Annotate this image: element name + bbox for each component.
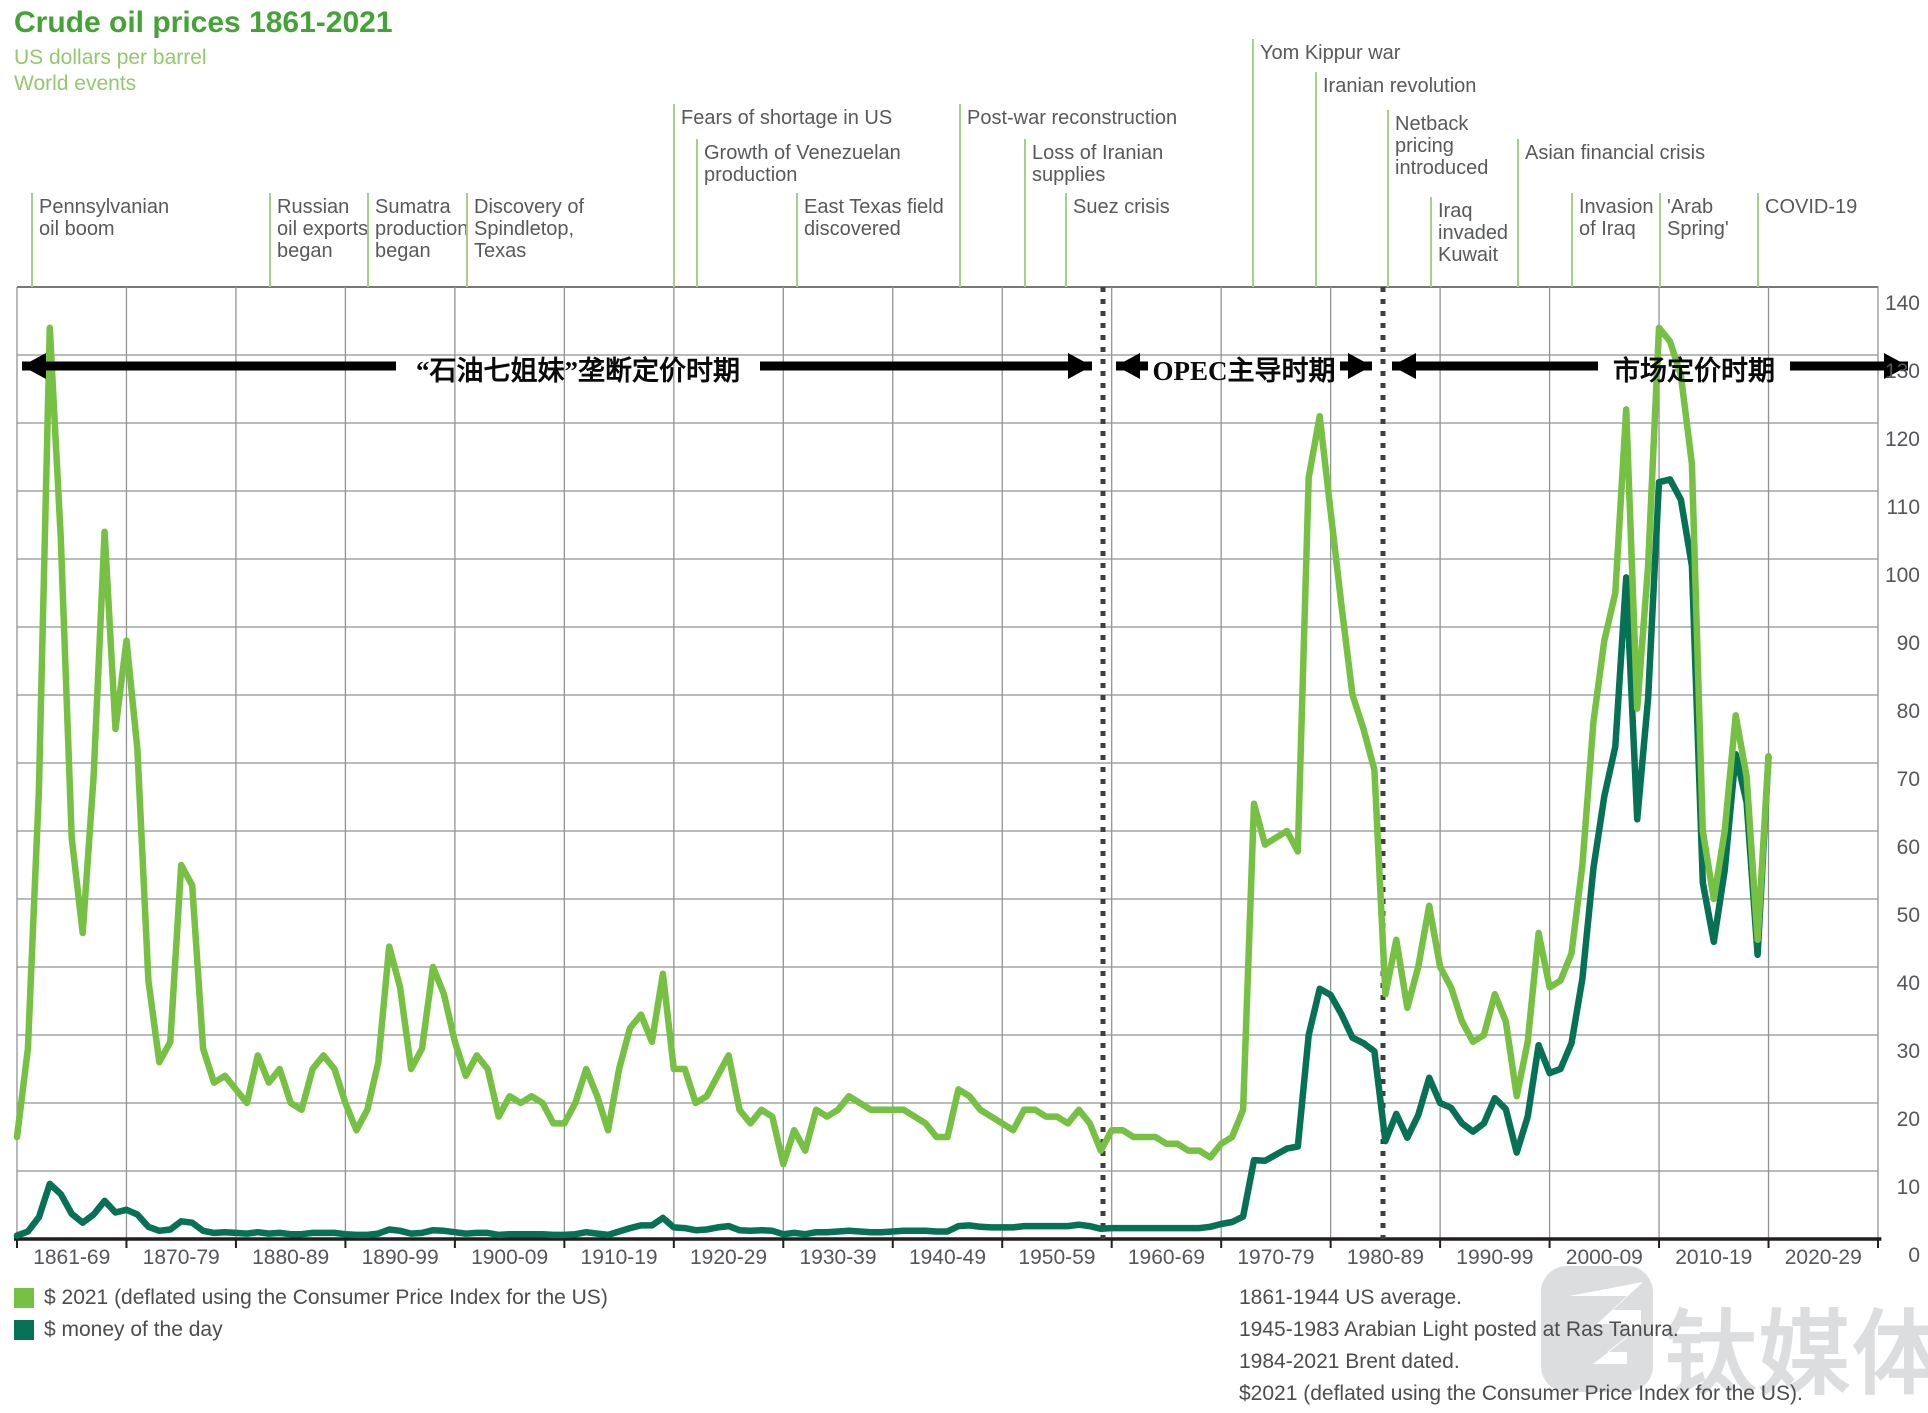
x-axis-tick-label: 2000-09 xyxy=(1566,1246,1643,1270)
event-label: Asian financial crisis xyxy=(1525,142,1705,164)
event-tick-icon xyxy=(1571,193,1573,287)
chart-title: Crude oil prices 1861-2021 xyxy=(14,6,393,40)
period-label-market-pricing: 市场定价时期 xyxy=(1613,349,1775,388)
y-axis-tick-label: 10 xyxy=(1884,1176,1920,1200)
event-tick-icon xyxy=(796,193,798,287)
event-tick-icon xyxy=(1252,39,1254,287)
legend-swatch-money-icon xyxy=(14,1320,34,1340)
x-axis-tick-label: 1980-89 xyxy=(1347,1246,1424,1270)
chart-subtitle-world-events: World events xyxy=(14,72,136,96)
source-notes: 1861-1944 US average. 1945-1983 Arabian … xyxy=(1239,1282,1803,1410)
event-label: Netbackpricingintroduced xyxy=(1395,113,1488,179)
note-line: $2021 (deflated using the Consumer Price… xyxy=(1239,1378,1803,1410)
event-label: Russianoil exportsbegan xyxy=(277,196,368,262)
event-label: Discovery ofSpindletop,Texas xyxy=(474,196,584,262)
note-line: 1984-2021 Brent dated. xyxy=(1239,1346,1803,1378)
x-axis-tick-label: 1950-59 xyxy=(1018,1246,1095,1270)
event-label: Sumatraproductionbegan xyxy=(375,196,468,262)
event-label: Pennsylvanianoil boom xyxy=(39,196,169,240)
event-tick-icon xyxy=(673,104,675,287)
event-label: Post-war reconstruction xyxy=(967,107,1177,129)
x-axis-tick-label: 1910-19 xyxy=(581,1246,658,1270)
y-axis-tick-label: 30 xyxy=(1884,1040,1920,1064)
event-label: Invasionof Iraq xyxy=(1579,196,1654,240)
x-axis-tick-label: 1900-09 xyxy=(471,1246,548,1270)
y-axis-tick-label: 140 xyxy=(1884,292,1920,316)
note-line: 1945-1983 Arabian Light posted at Ras Ta… xyxy=(1239,1314,1803,1346)
event-tick-icon xyxy=(1024,139,1026,287)
event-label: Yom Kippur war xyxy=(1260,42,1400,64)
event-label: Growth of Venezuelanproduction xyxy=(704,142,901,186)
y-axis-tick-label: 110 xyxy=(1884,496,1920,520)
event-tick-icon xyxy=(696,139,698,287)
event-label: Loss of Iraniansupplies xyxy=(1032,142,1163,186)
event-tick-icon xyxy=(1430,197,1432,287)
event-tick-icon xyxy=(269,193,271,287)
note-line: 1861-1944 US average. xyxy=(1239,1282,1803,1314)
x-axis-tick-label: 1870-79 xyxy=(143,1246,220,1270)
event-tick-icon xyxy=(1659,193,1661,287)
x-axis-tick-label: 1880-89 xyxy=(252,1246,329,1270)
event-tick-icon xyxy=(959,104,961,287)
event-label: Suez crisis xyxy=(1073,196,1170,218)
x-axis-tick-label: 1861-69 xyxy=(33,1246,110,1270)
event-tick-icon xyxy=(31,193,33,287)
y-axis-tick-label: 20 xyxy=(1884,1108,1920,1132)
y-axis-tick-label: 70 xyxy=(1884,768,1920,792)
x-axis-tick-label: 1930-39 xyxy=(799,1246,876,1270)
y-axis-tick-label: 100 xyxy=(1884,564,1920,588)
event-tick-icon xyxy=(1065,193,1067,287)
event-tick-icon xyxy=(466,193,468,287)
y-axis-tick-label: 40 xyxy=(1884,972,1920,996)
x-axis-tick-label: 1960-69 xyxy=(1128,1246,1205,1270)
period-label-seven-sisters: “石油七姐妹”垄断定价时期 xyxy=(416,349,740,388)
y-axis-tick-label: 130 xyxy=(1884,360,1920,384)
event-tick-icon xyxy=(1315,72,1317,287)
legend-swatch-2021-icon xyxy=(14,1288,34,1308)
x-axis-tick-label: 2020-29 xyxy=(1785,1246,1862,1270)
period-label-opec: OPEC主导时期 xyxy=(1152,349,1335,388)
event-label: 'ArabSpring' xyxy=(1667,196,1729,240)
x-axis-tick-label: 2010-19 xyxy=(1675,1246,1752,1270)
event-label: Fears of shortage in US xyxy=(681,107,892,129)
event-label: COVID-19 xyxy=(1765,196,1857,218)
chart-subtitle-units: US dollars per barrel xyxy=(14,46,207,70)
x-axis-tick-label: 1970-79 xyxy=(1237,1246,1314,1270)
legend-label: $ 2021 (deflated using the Consumer Pric… xyxy=(44,1286,608,1310)
y-axis-tick-label: 50 xyxy=(1884,904,1920,928)
event-tick-icon xyxy=(367,193,369,287)
y-axis-tick-label: 80 xyxy=(1884,700,1920,724)
event-tick-icon xyxy=(1387,110,1389,287)
event-label: Iranian revolution xyxy=(1323,75,1476,97)
x-axis-tick-label: 1920-29 xyxy=(690,1246,767,1270)
event-label: IraqinvadedKuwait xyxy=(1438,200,1508,266)
event-tick-icon xyxy=(1517,139,1519,287)
x-axis-tick-label: 1890-99 xyxy=(362,1246,439,1270)
y-axis-tick-label: 120 xyxy=(1884,428,1920,452)
event-tick-icon xyxy=(1757,193,1759,287)
event-label: East Texas fielddiscovered xyxy=(804,196,944,240)
legend-label: $ money of the day xyxy=(44,1318,223,1342)
y-axis-tick-label: 90 xyxy=(1884,632,1920,656)
y-axis-tick-label: 0 xyxy=(1884,1244,1920,1268)
x-axis-tick-label: 1940-49 xyxy=(909,1246,986,1270)
y-axis-tick-label: 60 xyxy=(1884,836,1920,860)
x-axis-tick-label: 1990-99 xyxy=(1456,1246,1533,1270)
